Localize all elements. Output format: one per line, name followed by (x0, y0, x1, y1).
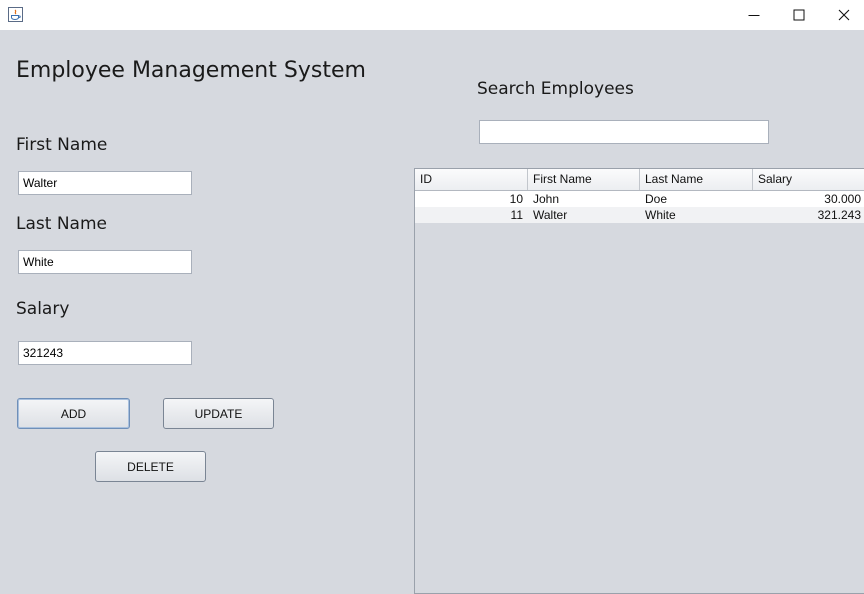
cell-id: 11 (510, 208, 523, 222)
first-name-field[interactable] (18, 171, 192, 195)
table-row[interactable]: 10 John Doe 30.000 (415, 191, 864, 207)
column-header-first-name[interactable]: First Name (528, 169, 640, 190)
cell-salary: 321.243 (817, 208, 861, 222)
maximize-icon (793, 6, 805, 25)
cell-id: 10 (509, 192, 523, 206)
column-header-id[interactable]: ID (415, 169, 528, 190)
page-title: Employee Management System (16, 58, 366, 83)
add-button[interactable]: ADD (17, 398, 130, 429)
close-button[interactable] (821, 0, 864, 30)
column-header-salary[interactable]: Salary (753, 169, 864, 190)
cell-first-name: Walter (533, 208, 568, 222)
cell-first-name: John (533, 192, 560, 206)
java-icon (8, 7, 23, 22)
salary-field[interactable] (18, 341, 192, 365)
last-name-field[interactable] (18, 250, 192, 274)
search-input[interactable] (479, 120, 769, 144)
window-titlebar (0, 0, 864, 30)
maximize-button[interactable] (776, 0, 822, 30)
table-row[interactable]: 11 Walter White 321.243 (415, 207, 864, 223)
salary-label: Salary (16, 299, 70, 319)
delete-button[interactable]: DELETE (95, 451, 206, 482)
employee-table[interactable]: ID First Name Last Name Salary 10 John D… (414, 168, 864, 594)
cell-salary: 30.000 (824, 192, 861, 206)
update-button[interactable]: UPDATE (163, 398, 274, 429)
close-icon (838, 6, 850, 25)
search-label: Search Employees (477, 79, 634, 99)
minimize-icon (748, 6, 760, 25)
table-header: ID First Name Last Name Salary (415, 169, 864, 191)
cell-last-name: White (645, 208, 676, 222)
minimize-button[interactable] (731, 0, 777, 30)
last-name-label: Last Name (16, 214, 107, 234)
first-name-label: First Name (16, 135, 108, 155)
cell-last-name: Doe (645, 192, 668, 206)
column-header-last-name[interactable]: Last Name (640, 169, 753, 190)
